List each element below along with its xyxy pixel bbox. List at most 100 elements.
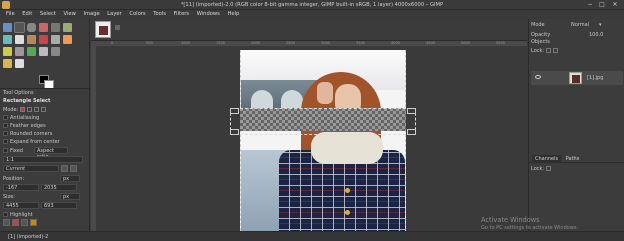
menu-view[interactable]: View: [64, 10, 76, 19]
layer-name: [1].jpg: [587, 75, 604, 81]
mode-label: Mode: [531, 21, 545, 28]
unified-transform-tool-icon[interactable]: [63, 23, 72, 32]
expand-checkbox[interactable]: [3, 139, 8, 144]
heal-tool-icon[interactable]: [15, 59, 24, 68]
antialiasing-row[interactable]: Antialiasing: [3, 114, 39, 121]
position-x-field[interactable]: -167: [3, 184, 39, 191]
color-picker-tool-icon[interactable]: [39, 47, 48, 56]
size-unit-select[interactable]: px: [60, 193, 80, 200]
position-unit-select[interactable]: px: [60, 175, 80, 182]
close-button[interactable]: ✕: [611, 1, 619, 9]
eraser-tool-icon[interactable]: [63, 35, 72, 44]
image-tabs: [91, 19, 527, 41]
layer-thumbnail: [569, 72, 582, 84]
landscape-button[interactable]: [70, 165, 77, 172]
warp-tool-icon[interactable]: [3, 35, 12, 44]
dodge-tool-icon[interactable]: [3, 59, 12, 68]
ruler-tick: 0: [111, 41, 114, 45]
antialiasing-checkbox[interactable]: [3, 115, 8, 120]
maximize-button[interactable]: □: [598, 1, 606, 9]
highlight-checkbox[interactable]: [3, 212, 8, 217]
menu-tools[interactable]: Tools: [153, 10, 166, 19]
mode-subtract-icon[interactable]: [34, 107, 40, 112]
image-tab-thumbnail[interactable]: [95, 21, 111, 38]
status-bar: [1] (imported)-2: [0, 231, 624, 241]
ruler-tick: 1000: [181, 41, 190, 45]
size-w-field[interactable]: 4455: [3, 202, 39, 209]
menu-filters[interactable]: Filters: [174, 10, 190, 19]
expand-label: Expand from center: [10, 138, 60, 145]
selection-handle[interactable]: [407, 129, 416, 135]
text-tool-icon[interactable]: [15, 35, 24, 44]
rect-select-tool-icon[interactable]: [14, 22, 25, 33]
feather-row[interactable]: Feather edges: [3, 122, 46, 129]
menu-help[interactable]: Help: [227, 10, 239, 19]
delete-preset-icon[interactable]: [21, 219, 28, 226]
horizontal-ruler[interactable]: 0 500 1000 1500 2000 2500 3000 3500 4000…: [91, 41, 527, 46]
smudge-tool-icon[interactable]: [15, 47, 24, 56]
portrait-button[interactable]: [61, 165, 68, 172]
minimize-button[interactable]: −: [586, 1, 594, 9]
window-title: *[11] (imported)-2.0 (RGB color 8-bit ga…: [180, 2, 444, 8]
opacity-label: Opacity: [531, 31, 551, 38]
rounded-checkbox[interactable]: [3, 131, 8, 136]
paintbrush-tool-icon[interactable]: [51, 35, 60, 44]
mode-replace-icon[interactable]: [20, 107, 26, 112]
menu-file[interactable]: File: [6, 10, 15, 19]
layer-mode-select[interactable]: Normal: [571, 22, 597, 28]
bucket-fill-tool-icon[interactable]: [27, 35, 36, 44]
lock-position-icon[interactable]: [553, 48, 559, 53]
ruler-tick: 1500: [216, 41, 225, 45]
tool-options-tab[interactable]: Tool Options: [0, 88, 89, 96]
crop-tool-icon[interactable]: [51, 23, 60, 32]
current-row: Current: [3, 165, 77, 172]
feather-checkbox[interactable]: [3, 123, 8, 128]
paths-tool-icon[interactable]: [27, 47, 36, 56]
save-preset-icon[interactable]: [3, 219, 10, 226]
highlight-row[interactable]: Highlight: [3, 211, 33, 218]
eye-icon[interactable]: [535, 75, 541, 79]
expand-row[interactable]: Expand from center: [3, 138, 60, 145]
opacity-field[interactable]: 100.0: [589, 32, 603, 38]
close-image-icon[interactable]: [115, 25, 120, 30]
right-dock: Mode Normal ▾ Opacity 100.0 Objects Lock…: [528, 19, 624, 231]
ratio-field[interactable]: 1:1: [3, 156, 83, 163]
vertical-ruler[interactable]: [91, 46, 96, 231]
menu-colors[interactable]: Colors: [129, 10, 145, 19]
restore-preset-icon[interactable]: [12, 219, 19, 226]
photo-layer[interactable]: [240, 50, 406, 231]
size-h-field[interactable]: 693: [41, 202, 77, 209]
position-y-field[interactable]: 2035: [41, 184, 77, 191]
clone-tool-icon[interactable]: [3, 47, 12, 56]
mode-intersect-icon[interactable]: [41, 107, 47, 112]
canvas-area[interactable]: 0 500 1000 1500 2000 2500 3000 3500 4000…: [91, 41, 527, 231]
fixed-checkbox[interactable]: [3, 148, 8, 153]
tab-channels[interactable]: Channels: [532, 155, 562, 163]
ruler-tick: 2500: [286, 41, 295, 45]
move-tool-icon[interactable]: [3, 23, 12, 32]
mode-add-icon[interactable]: [27, 107, 33, 112]
rounded-row[interactable]: Rounded corners: [3, 130, 52, 137]
selection-handle[interactable]: [230, 129, 239, 135]
lock-pixels-icon[interactable]: [546, 48, 552, 53]
lasso-tool-icon[interactable]: [27, 23, 36, 32]
zoom-tool-icon[interactable]: [51, 47, 60, 56]
rect-selection[interactable]: [230, 108, 416, 135]
lock-icon[interactable]: [546, 166, 552, 171]
fixed-mode-select[interactable]: Aspect ratio: [34, 147, 68, 160]
menu-edit[interactable]: Edit: [22, 10, 32, 19]
fuzzy-select-tool-icon[interactable]: [39, 23, 48, 32]
current-select[interactable]: Current: [3, 165, 59, 172]
menu-layer[interactable]: Layer: [107, 10, 121, 19]
tab-paths[interactable]: Paths: [566, 155, 580, 163]
gradient-tool-icon[interactable]: [39, 35, 48, 44]
menu-image[interactable]: Image: [83, 10, 99, 19]
menu-windows[interactable]: Windows: [197, 10, 220, 19]
fg-bg-colors[interactable]: [39, 75, 55, 89]
reset-icon[interactable]: [30, 219, 37, 226]
menu-select[interactable]: Select: [40, 10, 56, 19]
layer-row[interactable]: [1].jpg: [531, 71, 623, 85]
chevron-down-icon[interactable]: ▾: [599, 22, 602, 28]
selection-handle[interactable]: [230, 108, 239, 114]
selection-handle[interactable]: [407, 108, 416, 114]
